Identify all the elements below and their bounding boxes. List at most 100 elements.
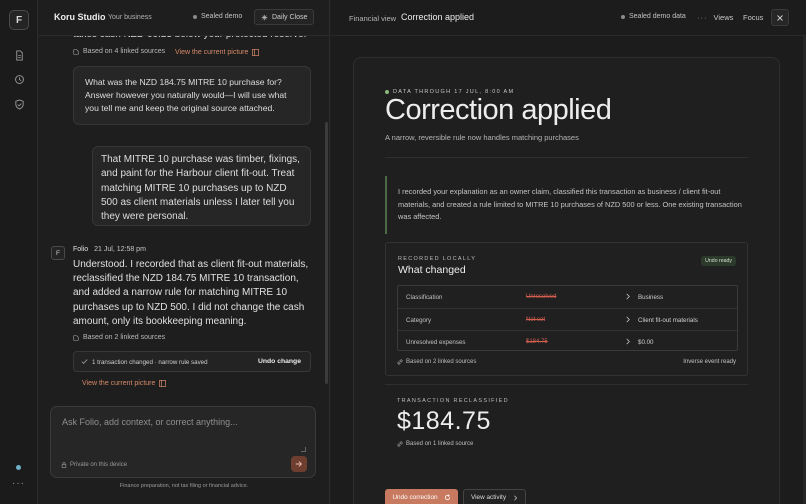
card-title: Correction applied bbox=[385, 94, 612, 126]
page-title: Correction applied bbox=[401, 12, 475, 22]
view-picture-link-top[interactable]: View the current picture bbox=[175, 49, 260, 56]
breadcrumb-section[interactable]: Financial view bbox=[349, 14, 396, 23]
what-changed-eyebrow: RECORDED LOCALLY bbox=[398, 256, 477, 262]
panel-icon bbox=[252, 49, 260, 56]
link-icon bbox=[397, 359, 403, 365]
undo-correction-label: Undo correction bbox=[392, 494, 438, 501]
sender-name: Folio bbox=[73, 246, 89, 253]
status-dot bbox=[16, 465, 21, 470]
undo-icon bbox=[444, 494, 450, 501]
reply-sources[interactable]: Based on 2 linked sources bbox=[73, 334, 165, 341]
link-icon bbox=[397, 441, 403, 447]
what-changed-sources[interactable]: Based on 2 linked sources bbox=[397, 359, 476, 365]
old-value: Unresolved bbox=[526, 294, 557, 300]
reply-meta: Folio 21 Jul, 12:58 pm bbox=[73, 246, 146, 253]
undo-correction-button[interactable]: Undo correction bbox=[385, 489, 458, 504]
reply-sources-label: Based on 2 linked sources bbox=[83, 334, 166, 341]
view-picture-link[interactable]: View the current picture bbox=[82, 380, 167, 387]
change-summary: 1 transaction changed · narrow rule save… bbox=[73, 351, 311, 372]
transaction-sources[interactable]: Based on 1 linked source bbox=[397, 441, 473, 447]
transaction-sources-label: Based on 1 linked source bbox=[406, 441, 474, 447]
old-value: $184.75 bbox=[526, 339, 548, 345]
sealed-data-indicator: Sealed demo data bbox=[621, 13, 686, 20]
focus-button[interactable]: Focus bbox=[743, 13, 763, 22]
undo-change-button[interactable]: Undo change bbox=[258, 358, 301, 365]
explanation-quote: I recorded your explanation as an owner … bbox=[385, 176, 748, 234]
new-value: Business bbox=[638, 294, 664, 301]
what-changed-title: What changed bbox=[398, 264, 466, 276]
views-button[interactable]: ··· Views bbox=[697, 13, 733, 22]
card-subtitle: A narrow, reversible rule now handles ma… bbox=[385, 133, 579, 142]
app-logo[interactable]: F bbox=[9, 10, 29, 30]
new-value: Client fit-out materials bbox=[638, 317, 698, 324]
panel-icon bbox=[159, 380, 167, 387]
reply-timestamp: 21 Jul, 12:58 pm bbox=[94, 246, 146, 253]
lock-icon bbox=[61, 462, 67, 468]
field-name: Classification bbox=[406, 294, 443, 301]
view-activity-button[interactable]: View activity bbox=[463, 489, 526, 504]
assistant-reply: Understood. I recorded that as client fi… bbox=[73, 259, 309, 327]
privacy-note: Private on this device bbox=[61, 462, 127, 468]
view-activity-label: View activity bbox=[470, 494, 507, 501]
new-value: $0.00 bbox=[638, 339, 654, 346]
brand-name: Koru Studio bbox=[54, 12, 106, 22]
sealed-demo-indicator: Sealed demo bbox=[193, 13, 242, 20]
correction-card: DATA THROUGH 17 JUL, 8:00 AM Correction … bbox=[353, 57, 780, 504]
assistant-avatar: F bbox=[51, 246, 65, 260]
status-dot-icon bbox=[621, 14, 625, 19]
what-changed-card: RECORDED LOCALLY What changed Undo ready… bbox=[385, 242, 748, 376]
views-icon: ··· bbox=[697, 13, 708, 22]
chat-scrollbar[interactable] bbox=[325, 122, 328, 384]
chevron-right-icon bbox=[626, 338, 630, 345]
document-icon[interactable] bbox=[12, 48, 26, 62]
history-icon[interactable] bbox=[12, 72, 26, 86]
transaction-amount: $184.75 bbox=[397, 407, 491, 435]
table-row: Category Not set Client fit-out material… bbox=[398, 308, 737, 330]
close-button[interactable] bbox=[771, 9, 789, 26]
field-name: Category bbox=[406, 317, 432, 324]
transaction-eyebrow: TRANSACTION RECLASSIFIED bbox=[397, 398, 509, 404]
close-icon bbox=[777, 14, 783, 21]
more-icon[interactable]: ··· bbox=[12, 478, 25, 489]
resize-grip-icon[interactable] bbox=[301, 447, 306, 452]
views-label: Views bbox=[713, 13, 734, 22]
what-changed-sources-label: Based on 2 linked sources bbox=[406, 359, 477, 365]
sealed-demo-label: Sealed demo bbox=[201, 13, 243, 20]
check-icon bbox=[81, 359, 88, 365]
divider bbox=[385, 157, 748, 158]
composer-input[interactable]: Ask Folio, add context, or correct anyth… bbox=[62, 417, 238, 427]
privacy-label: Private on this device bbox=[70, 462, 128, 468]
right-header: Financial view Correction applied Sealed… bbox=[331, 0, 806, 36]
table-row: Unresolved expenses $184.75 $0.00 bbox=[398, 330, 737, 352]
assistant-question-bubble: What was the NZD 184.75 MITRE 10 purchas… bbox=[73, 66, 311, 125]
disclaimer: Finance preparation, not tax filing or f… bbox=[119, 483, 249, 489]
shield-check-icon[interactable] bbox=[12, 97, 26, 111]
link-icon bbox=[73, 334, 79, 341]
view-picture-top-label: View the current picture bbox=[175, 49, 249, 56]
user-message-bubble: That MITRE 10 purchase was timber, fixin… bbox=[92, 146, 311, 226]
field-name: Unresolved expenses bbox=[406, 339, 466, 346]
chat-header: Koru Studio Your business Sealed demo Da… bbox=[38, 0, 329, 36]
sources-top-label: Based on 4 linked sources bbox=[83, 48, 166, 55]
sources-top[interactable]: Based on 4 linked sources bbox=[73, 48, 165, 55]
divider bbox=[385, 384, 748, 385]
send-button[interactable] bbox=[291, 456, 307, 472]
old-value: Not set bbox=[526, 317, 546, 323]
table-row: Classification Unresolved Business bbox=[398, 286, 737, 308]
left-rail: F ··· bbox=[0, 0, 38, 504]
view-picture-label: View the current picture bbox=[82, 380, 156, 387]
change-summary-text: 1 transaction changed · narrow rule save… bbox=[92, 359, 208, 366]
sealed-data-label: Sealed demo data bbox=[629, 13, 686, 20]
chevron-right-icon bbox=[626, 316, 630, 323]
chevron-right-icon bbox=[514, 495, 518, 500]
daily-close-button[interactable]: Daily Close bbox=[254, 9, 315, 25]
workspace-name[interactable]: Your business bbox=[108, 14, 152, 21]
undo-ready-badge: Undo ready bbox=[701, 256, 736, 266]
composer[interactable]: Ask Folio, add context, or correct anyth… bbox=[50, 406, 316, 478]
link-icon bbox=[73, 48, 79, 55]
chat-panel: Koru Studio Your business Sealed demo Da… bbox=[38, 0, 330, 504]
changes-table: Classification Unresolved Business Categ… bbox=[397, 285, 738, 351]
inverse-event-status: Inverse event ready bbox=[683, 359, 736, 365]
sparkle-icon bbox=[261, 14, 268, 20]
daily-close-label: Daily Close bbox=[272, 13, 308, 21]
